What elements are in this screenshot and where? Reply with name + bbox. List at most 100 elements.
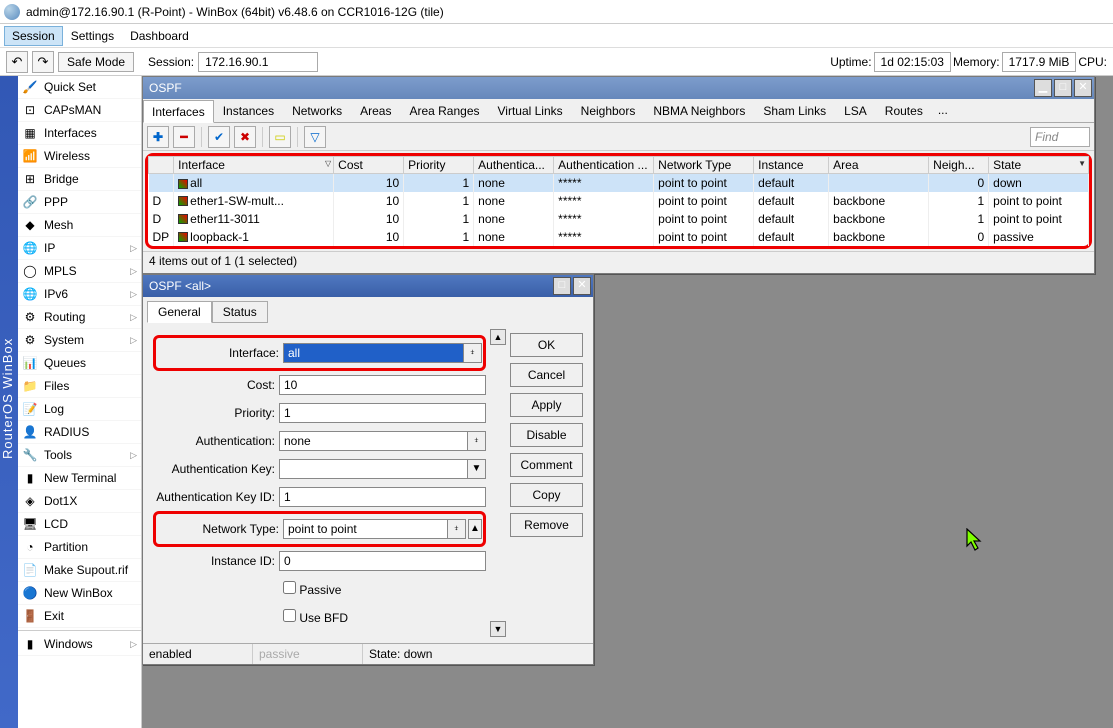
sidebar-item-queues[interactable]: 📊Queues <box>18 352 141 375</box>
dialog-maximize-button[interactable]: □ <box>553 277 571 295</box>
remove-button[interactable]: Remove <box>510 513 583 537</box>
sidebar-item-exit[interactable]: 🚪Exit <box>18 605 141 628</box>
add-button[interactable]: ✚ <box>147 126 169 148</box>
comment-button[interactable]: Comment <box>510 453 583 477</box>
auth-input[interactable] <box>279 431 468 451</box>
find-input[interactable]: Find <box>1030 127 1090 147</box>
remove-button[interactable]: ━ <box>173 126 195 148</box>
table-row[interactable]: Dether1-SW-mult...101none*****point to p… <box>149 192 1089 210</box>
col-header[interactable]: Neigh... <box>929 157 989 174</box>
interface-input[interactable]: all <box>283 343 464 363</box>
col-header[interactable]: Area <box>829 157 929 174</box>
ospf-tab-neighbors[interactable]: Neighbors <box>572 99 645 122</box>
sidebar-item-radius[interactable]: 👤RADIUS <box>18 421 141 444</box>
menu-session[interactable]: Session <box>4 26 63 46</box>
priority-input[interactable] <box>279 403 486 423</box>
ospf-tab-nbma-neighbors[interactable]: NBMA Neighbors <box>644 99 754 122</box>
col-header[interactable]: Priority <box>404 157 474 174</box>
sidebar-item-system[interactable]: ⚙System▷ <box>18 329 141 352</box>
session-value[interactable]: 172.16.90.1 <box>198 52 318 72</box>
authkeyid-input[interactable] <box>279 487 486 507</box>
ospf-tab-instances[interactable]: Instances <box>214 99 283 122</box>
submenu-arrow-icon: ▷ <box>130 312 137 323</box>
ospf-tabs-more[interactable]: ... <box>932 99 954 122</box>
cost-input[interactable] <box>279 375 486 395</box>
sidebar-item-capsman[interactable]: ⊡CAPsMAN <box>18 99 141 122</box>
col-header[interactable]: Authentication ... <box>554 157 654 174</box>
dialog-tab-general[interactable]: General <box>147 301 212 323</box>
sidebar-item-windows[interactable]: ▮Windows▷ <box>18 633 141 656</box>
sidebar-item-files[interactable]: 📁Files <box>18 375 141 398</box>
sidebar-item-interfaces[interactable]: ▦Interfaces <box>18 122 141 145</box>
table-row[interactable]: DPloopback-1101none*****point to pointde… <box>149 228 1089 246</box>
safe-mode-button[interactable]: Safe Mode <box>58 52 134 72</box>
ospf-tab-lsa[interactable]: LSA <box>835 99 876 122</box>
col-header[interactable]: Interface▽ <box>174 157 334 174</box>
nettype-dropdown-icon[interactable]: ⍖ <box>448 519 466 539</box>
sidebar-item-ppp[interactable]: 🔗PPP <box>18 191 141 214</box>
maximize-button[interactable]: □ <box>1054 79 1072 97</box>
sidebar-item-quick-set[interactable]: 🖌️Quick Set <box>18 76 141 99</box>
sidebar-item-lcd[interactable]: 🖥LCD <box>18 513 141 536</box>
ospf-tab-networks[interactable]: Networks <box>283 99 351 122</box>
col-header[interactable]: State▼ <box>989 157 1089 174</box>
sidebar-item-ipv6[interactable]: 🌐IPv6▷ <box>18 283 141 306</box>
sidebar-item-bridge[interactable]: ⊞Bridge <box>18 168 141 191</box>
sidebar-item-dot1x[interactable]: ◈Dot1X <box>18 490 141 513</box>
dialog-tab-status[interactable]: Status <box>212 301 268 323</box>
redo-button[interactable]: ↷ <box>32 51 54 73</box>
interface-dropdown-icon[interactable]: ⍖ <box>464 343 482 363</box>
col-header[interactable]: Authentica... <box>474 157 554 174</box>
form-scroll-down-icon[interactable]: ▼ <box>490 621 506 637</box>
ospf-tab-routes[interactable]: Routes <box>876 99 932 122</box>
ok-button[interactable]: OK <box>510 333 583 357</box>
usebfd-checkbox[interactable]: Use BFD <box>283 609 348 625</box>
comment-button[interactable]: ▭ <box>269 126 291 148</box>
apply-button[interactable]: Apply <box>510 393 583 417</box>
sidebar-item-partition[interactable]: ◔Partition <box>18 536 141 559</box>
ospf-tab-virtual-links[interactable]: Virtual Links <box>489 99 572 122</box>
authkey-input[interactable] <box>279 459 468 479</box>
close-button[interactable]: ✕ <box>1074 79 1092 97</box>
minimize-button[interactable]: ▁ <box>1034 79 1052 97</box>
sidebar-item-new-terminal[interactable]: ▮New Terminal <box>18 467 141 490</box>
ospf-window-title[interactable]: OSPF ▁ □ ✕ <box>143 77 1094 99</box>
sidebar-item-wireless[interactable]: 📶Wireless <box>18 145 141 168</box>
auth-dropdown-icon[interactable]: ⍖ <box>468 431 486 451</box>
sidebar-item-make-supout.rif[interactable]: 📄Make Supout.rif <box>18 559 141 582</box>
sidebar-item-tools[interactable]: 🔧Tools▷ <box>18 444 141 467</box>
cancel-button[interactable]: Cancel <box>510 363 583 387</box>
sidebar-item-log[interactable]: 📝Log <box>18 398 141 421</box>
sidebar-item-routing[interactable]: ⚙Routing▷ <box>18 306 141 329</box>
nettype-up-icon[interactable]: ▲ <box>468 519 482 539</box>
instid-input[interactable] <box>279 551 486 571</box>
dialog-titlebar[interactable]: OSPF <all> □ ✕ <box>143 275 593 297</box>
disable-button[interactable]: ✖ <box>234 126 256 148</box>
ospf-tab-interfaces[interactable]: Interfaces <box>143 100 214 123</box>
passive-checkbox[interactable]: Passive <box>283 581 341 597</box>
enable-button[interactable]: ✔ <box>208 126 230 148</box>
col-header[interactable]: Instance <box>754 157 829 174</box>
sidebar-item-mesh[interactable]: ◆Mesh <box>18 214 141 237</box>
col-header[interactable] <box>149 157 174 174</box>
col-header[interactable]: Cost <box>334 157 404 174</box>
col-header[interactable]: Network Type <box>654 157 754 174</box>
menu-settings[interactable]: Settings <box>63 26 122 46</box>
table-row[interactable]: all101none*****point to pointdefault0dow… <box>149 174 1089 192</box>
ospf-tab-sham-links[interactable]: Sham Links <box>754 99 835 122</box>
sidebar-item-new-winbox[interactable]: 🔵New WinBox <box>18 582 141 605</box>
menu-dashboard[interactable]: Dashboard <box>122 26 197 46</box>
sidebar-item-mpls[interactable]: ◯MPLS▷ <box>18 260 141 283</box>
ospf-tab-area-ranges[interactable]: Area Ranges <box>400 99 488 122</box>
undo-button[interactable]: ↶ <box>6 51 28 73</box>
sidebar-item-ip[interactable]: 🌐IP▷ <box>18 237 141 260</box>
copy-button[interactable]: Copy <box>510 483 583 507</box>
table-row[interactable]: Dether11-3011101none*****point to pointd… <box>149 210 1089 228</box>
form-scroll-up-icon[interactable]: ▲ <box>490 329 506 345</box>
dialog-close-button[interactable]: ✕ <box>573 277 591 295</box>
authkey-expand-icon[interactable]: ▼ <box>468 459 486 479</box>
ospf-tab-areas[interactable]: Areas <box>351 99 400 122</box>
filter-button[interactable]: ▽ <box>304 126 326 148</box>
disable-button[interactable]: Disable <box>510 423 583 447</box>
nettype-input[interactable] <box>283 519 448 539</box>
